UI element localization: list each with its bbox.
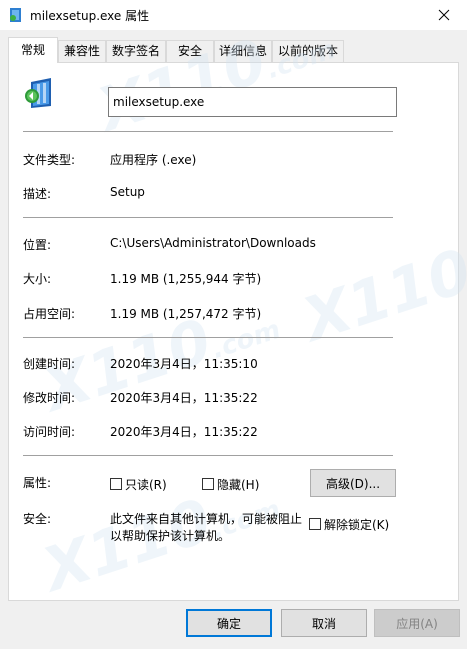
size-label: 大小: xyxy=(23,272,52,286)
apply-button[interactable]: 应用(A) xyxy=(374,609,460,637)
exe-file-icon xyxy=(23,76,57,110)
hidden-checkbox[interactable] xyxy=(202,478,214,490)
hidden-label[interactable]: 隐藏(H) xyxy=(217,476,259,493)
app-icon xyxy=(9,7,23,23)
accessed-value: 2020年3月4日，11:35:22 xyxy=(110,425,258,439)
modified-label: 修改时间: xyxy=(23,391,76,405)
created-value: 2020年3月4日，11:35:10 xyxy=(110,357,258,371)
file-name-input[interactable] xyxy=(108,87,397,117)
cancel-button[interactable]: 取消 xyxy=(281,609,367,637)
file-type-label: 文件类型: xyxy=(23,153,76,167)
size-value: 1.19 MB (1,255,944 字节) xyxy=(110,272,262,286)
modified-value: 2020年3月4日，11:35:22 xyxy=(110,391,258,405)
divider xyxy=(23,337,393,338)
tab-security[interactable]: 安全 xyxy=(166,40,214,62)
ok-button[interactable]: 确定 xyxy=(186,609,272,637)
security-label: 安全: xyxy=(23,512,52,526)
readonly-checkbox[interactable] xyxy=(110,478,122,490)
divider xyxy=(23,131,393,132)
location-value: C:\Users\Administrator\Downloads xyxy=(110,236,316,250)
window-title: milexsetup.exe 属性 xyxy=(30,9,150,23)
tab-general[interactable]: 常规 xyxy=(8,37,58,63)
description-label: 描述: xyxy=(23,187,52,201)
advanced-button[interactable]: 高级(D)... xyxy=(310,469,396,497)
tab-previous-versions[interactable]: 以前的版本 xyxy=(272,40,344,62)
tab-compatibility[interactable]: 兼容性 xyxy=(58,40,106,62)
tab-details[interactable]: 详细信息 xyxy=(214,40,272,62)
attributes-label: 属性: xyxy=(23,476,52,490)
location-label: 位置: xyxy=(23,238,52,252)
unblock-checkbox[interactable] xyxy=(309,518,321,530)
readonly-label[interactable]: 只读(R) xyxy=(125,476,167,493)
unblock-label[interactable]: 解除锁定(K) xyxy=(324,516,389,533)
divider xyxy=(23,455,393,456)
divider xyxy=(23,217,393,218)
created-label: 创建时间: xyxy=(23,357,76,371)
size-on-disk-label: 占用空间: xyxy=(23,307,76,321)
security-text-line1: 此文件来自其他计算机，可能被阻止 xyxy=(110,512,303,526)
description-value: Setup xyxy=(110,185,145,199)
file-type-value: 应用程序 (.exe) xyxy=(110,153,197,167)
tab-digital-signatures[interactable]: 数字签名 xyxy=(106,40,166,62)
close-icon xyxy=(438,9,450,21)
security-text-line2: 以帮助保护该计算机。 xyxy=(110,529,231,543)
accessed-label: 访问时间: xyxy=(23,425,76,439)
size-on-disk-value: 1.19 MB (1,257,472 字节) xyxy=(110,307,262,321)
close-button[interactable] xyxy=(421,0,467,30)
